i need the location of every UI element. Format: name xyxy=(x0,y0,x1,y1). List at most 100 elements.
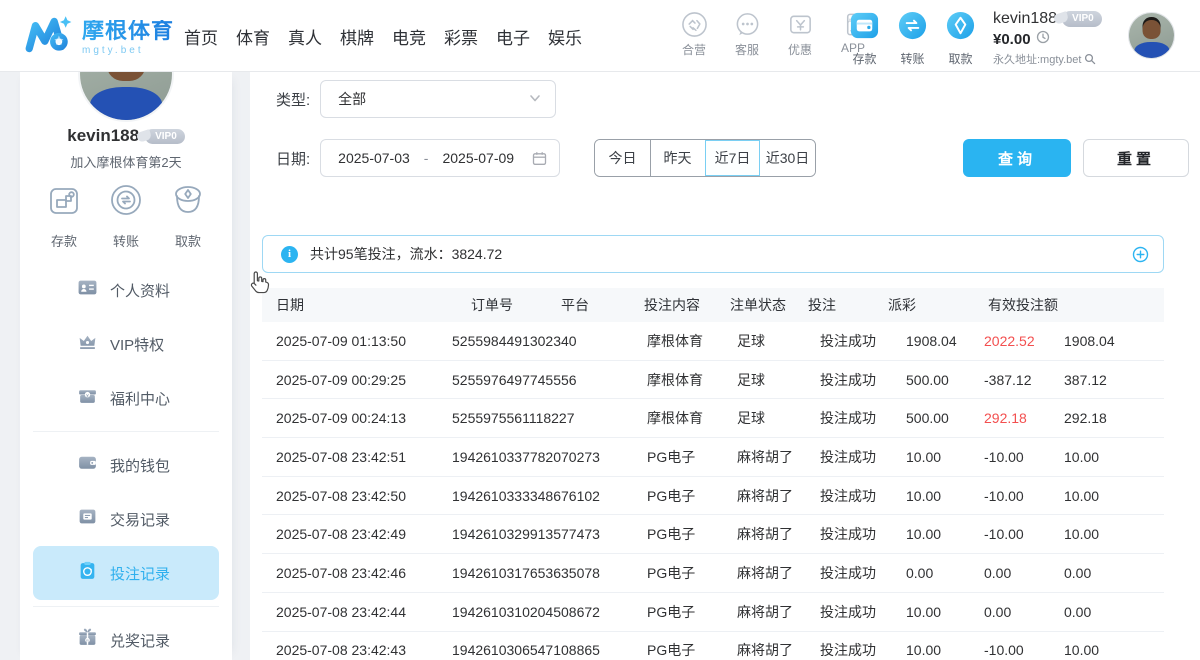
cell-bet-content: 麻将胡了 xyxy=(737,447,820,467)
transfer-button[interactable]: 转账 xyxy=(893,10,932,67)
quick-range-button[interactable]: 昨天 xyxy=(650,140,705,176)
cell-status: 投注成功 xyxy=(820,370,906,390)
sidebar-item-label: VIP特权 xyxy=(110,334,164,355)
service-label: 客服 xyxy=(735,41,759,58)
cell-bet-amount: 1908.04 xyxy=(906,333,984,349)
sidebar-item-redeem[interactable]: R 兑奖记录 xyxy=(33,613,219,660)
cell-date: 2025-07-09 01:13:50 xyxy=(276,333,452,349)
quick-range-button[interactable]: 近7日 xyxy=(705,140,760,176)
cell-bet-content: 麻将胡了 xyxy=(737,640,820,660)
cell-payout: -10.00 xyxy=(984,526,1064,542)
cell-payout: -10.00 xyxy=(984,449,1064,465)
transfer-label: 转账 xyxy=(900,50,924,67)
cell-bet-content: 足球 xyxy=(737,408,820,428)
cell-valid-amount: 0.00 xyxy=(1064,604,1164,620)
sidebar-item-vip[interactable]: VIP特权 xyxy=(33,317,219,371)
partner-link[interactable]: 合营 xyxy=(674,10,714,58)
table-header-row: 日期订单号平台投注内容注单状态投注派彩有效投注额 xyxy=(262,288,1164,322)
permanent-address: 永久地址:mgty.bet xyxy=(993,54,1081,68)
cell-valid-amount: 1908.04 xyxy=(1064,333,1164,349)
handshake-icon xyxy=(681,10,708,38)
sidebar-item-transactions[interactable]: 交易记录 xyxy=(33,492,219,546)
nav-item[interactable]: 电子 xyxy=(496,20,530,53)
column-header: 订单号 xyxy=(471,295,561,315)
username[interactable]: kevin188 xyxy=(993,9,1057,29)
sidebar-withdraw-label: 取款 xyxy=(175,231,201,250)
cell-platform: PG电子 xyxy=(647,486,737,506)
sidebar-deposit-button[interactable]: 存款 xyxy=(41,180,87,250)
cell-bet-content: 足球 xyxy=(737,331,820,351)
welfare-box-icon: ¥ xyxy=(77,385,98,411)
cell-bet-amount: 10.00 xyxy=(906,488,984,504)
cell-status: 投注成功 xyxy=(820,447,906,467)
cell-status: 投注成功 xyxy=(820,486,906,506)
nav-item[interactable]: 电竞 xyxy=(392,20,426,53)
date-separator: - xyxy=(424,150,429,166)
cell-order-number: 5255975561118227 xyxy=(452,410,647,426)
cell-valid-amount: 10.00 xyxy=(1064,526,1164,542)
date-range-input[interactable]: 2025-07-03 - 2025-07-09 xyxy=(320,139,560,177)
partner-label: 合营 xyxy=(682,41,706,58)
expand-icon[interactable] xyxy=(1132,246,1149,263)
nav-item[interactable]: 棋牌 xyxy=(340,20,374,53)
reset-button[interactable]: 重置 xyxy=(1083,139,1189,177)
quick-range-button[interactable]: 近30日 xyxy=(760,140,815,176)
refresh-balance-icon[interactable] xyxy=(1036,30,1050,50)
brand-title: 摩根体育 xyxy=(82,20,174,42)
nav-item[interactable]: 真人 xyxy=(288,20,322,53)
table-row: 2025-07-09 01:13:50 5255984491302340 摩根体… xyxy=(262,322,1164,361)
withdraw-button[interactable]: 取款 xyxy=(941,10,980,67)
deposit-button[interactable]: 存款 xyxy=(845,10,884,67)
table-row: 2025-07-08 23:42:44 1942610310204508672 … xyxy=(262,593,1164,632)
cell-payout: 0.00 xyxy=(984,604,1064,620)
sidebar-item-bet-records[interactable]: 投注记录 xyxy=(33,546,219,600)
query-button[interactable]: 查询 xyxy=(963,139,1071,177)
promo-link[interactable]: 优惠 xyxy=(780,10,820,58)
nav-item[interactable]: 体育 xyxy=(236,20,270,53)
cell-valid-amount: 292.18 xyxy=(1064,410,1164,426)
table-body: 2025-07-09 01:13:50 5255984491302340 摩根体… xyxy=(262,322,1164,660)
column-header: 平台 xyxy=(561,295,644,315)
join-days-text: 加入摩根体育第2天 xyxy=(20,152,232,171)
calendar-icon xyxy=(532,151,547,166)
cell-platform: PG电子 xyxy=(647,524,737,544)
cell-bet-amount: 10.00 xyxy=(906,449,984,465)
sidebar-withdraw-button[interactable]: 取款 xyxy=(165,180,211,250)
header-quick-links: 合营 客服 xyxy=(674,10,873,58)
column-header: 日期 xyxy=(276,295,471,315)
nav-item[interactable]: 首页 xyxy=(184,20,218,53)
sidebar-item-welfare[interactable]: ¥ 福利中心 xyxy=(33,371,219,425)
chevron-down-icon xyxy=(529,91,541,107)
sidebar-item-label: 兑奖记录 xyxy=(110,630,170,651)
table-row: 2025-07-08 23:42:49 1942610329913577473 … xyxy=(262,515,1164,554)
cell-order-number: 1942610306547108865 xyxy=(452,642,647,658)
quick-range-button[interactable]: 今日 xyxy=(595,140,650,176)
table-row: 2025-07-08 23:42:51 1942610337782070273 … xyxy=(262,438,1164,477)
search-address-icon[interactable] xyxy=(1084,51,1096,71)
type-select[interactable]: 全部 xyxy=(320,80,556,118)
table-row: 2025-07-08 23:42:43 1942610306547108865 … xyxy=(262,632,1164,660)
service-link[interactable]: 客服 xyxy=(727,10,767,58)
user-avatar[interactable] xyxy=(1128,12,1175,59)
sidebar-transfer-icon xyxy=(106,180,146,225)
sidebar-deposit-icon xyxy=(44,180,84,225)
table-row: 2025-07-09 00:29:25 5255976497745556 摩根体… xyxy=(262,361,1164,400)
svg-text:¥: ¥ xyxy=(86,393,89,399)
sidebar-deposit-label: 存款 xyxy=(51,231,77,250)
type-filter-row: 类型: 全部 xyxy=(276,80,556,118)
nav-item[interactable]: 娱乐 xyxy=(548,20,582,53)
date-start: 2025-07-03 xyxy=(338,150,410,166)
bet-records-table: 日期订单号平台投注内容注单状态投注派彩有效投注额 2025-07-09 01:1… xyxy=(262,288,1164,660)
cell-status: 投注成功 xyxy=(820,563,906,583)
cell-platform: 摩根体育 xyxy=(647,331,737,351)
column-header: 注单状态 xyxy=(730,295,808,315)
nav-item[interactable]: 彩票 xyxy=(444,20,478,53)
cell-order-number: 1942610337782070273 xyxy=(452,449,647,465)
brand-logo[interactable]: 摩根体育 mgty.bet xyxy=(24,10,174,65)
sidebar-transfer-button[interactable]: 转账 xyxy=(103,180,149,250)
type-select-value: 全部 xyxy=(338,89,366,109)
sidebar-item-profile[interactable]: 个人资料 xyxy=(33,263,219,317)
sidebar-item-wallet[interactable]: 我的钱包 xyxy=(33,438,219,492)
cell-status: 投注成功 xyxy=(820,524,906,544)
sidebar-item-label: 个人资料 xyxy=(110,280,170,301)
